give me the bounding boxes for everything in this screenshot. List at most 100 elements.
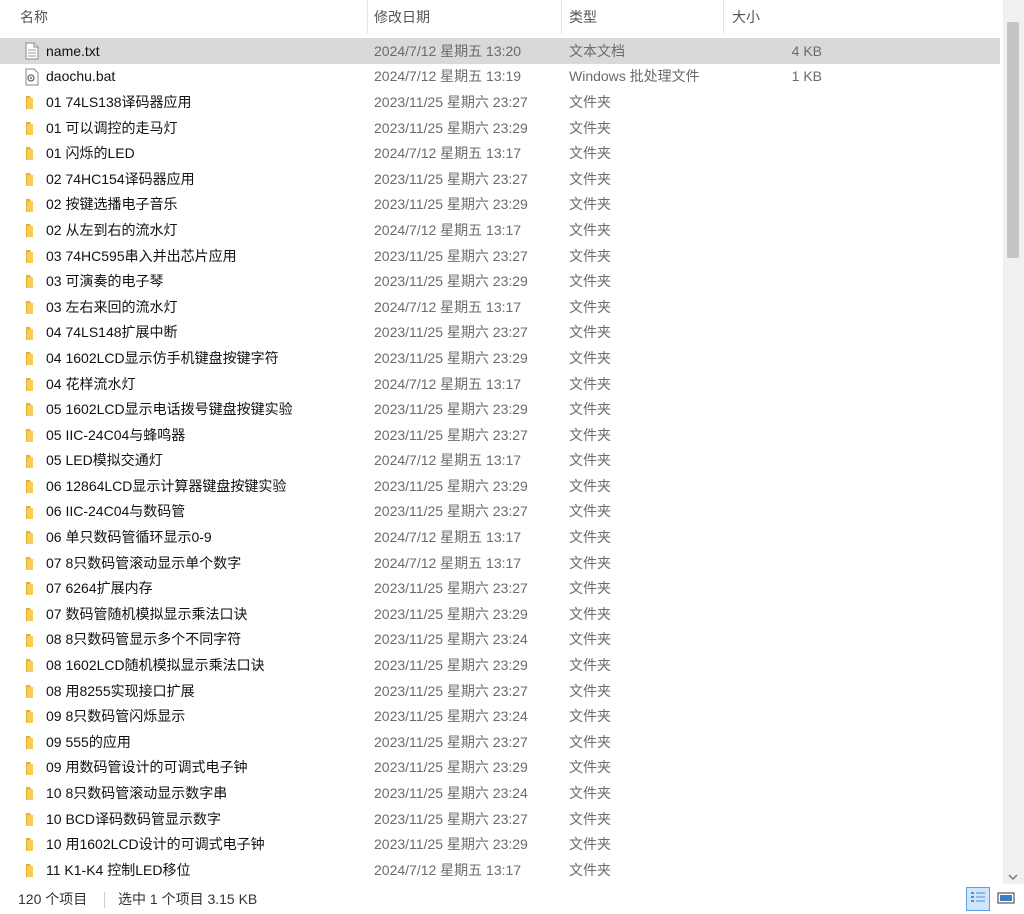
file-type: 文件夹 [569,349,611,366]
file-row[interactable]: 07 6264扩展内存 2023/11/25 星期六 23:27 文件夹 [0,575,1000,601]
file-row[interactable]: 06 IIC-24C04与数码管 2023/11/25 星期六 23:27 文件夹 [0,499,1000,525]
file-modified-date: 2023/11/25 星期六 23:27 [374,682,528,699]
file-row[interactable]: 06 单只数码管循环显示0-9 2024/7/12 星期五 13:17 文件夹 [0,524,1000,550]
column-header-type-label: 类型 [569,9,597,25]
folder-icon [24,605,40,623]
file-row[interactable]: 01 闪烁的LED 2024/7/12 星期五 13:17 文件夹 [0,140,1000,166]
file-name: 10 BCD译码数码管显示数字 [46,810,222,827]
file-row[interactable]: 10 用1602LCD设计的可调式电子钟 2023/11/25 星期六 23:29… [0,831,1000,857]
file-row[interactable]: name.txt 2024/7/12 星期五 13:20 文本文档 4 KB [0,38,1000,64]
status-divider [104,892,105,908]
details-view-button[interactable] [966,887,990,911]
file-row[interactable]: 03 左右来回的流水灯 2024/7/12 星期五 13:17 文件夹 [0,294,1000,320]
file-type: 文件夹 [569,631,611,648]
folder-icon [24,144,40,162]
scroll-down-arrow-icon[interactable] [1006,870,1020,882]
file-type: 文件夹 [569,324,611,341]
file-row[interactable]: 09 555的应用 2023/11/25 星期六 23:27 文件夹 [0,729,1000,755]
file-row[interactable]: 01 可以调控的走马灯 2023/11/25 星期六 23:29 文件夹 [0,115,1000,141]
file-type: 文件夹 [569,785,611,802]
folder-icon [24,221,40,239]
folder-icon [24,324,40,342]
scrollbar-thumb[interactable] [1007,22,1019,258]
file-row[interactable]: 07 数码管随机模拟显示乘法口诀 2023/11/25 星期六 23:29 文件夹 [0,601,1000,627]
file-modified-date: 2023/11/25 星期六 23:24 [374,708,528,725]
column-header-size[interactable]: 大小 [724,0,832,34]
file-name: 06 IIC-24C04与数码管 [46,503,186,520]
file-row[interactable]: 05 IIC-24C04与蜂鸣器 2023/11/25 星期六 23:27 文件夹 [0,422,1000,448]
file-type: 文件夹 [569,196,611,213]
folder-icon [24,682,40,700]
file-modified-date: 2023/11/25 星期六 23:29 [374,119,528,136]
file-row[interactable]: 03 74HC595串入并出芯片应用 2023/11/25 星期六 23:27 文件… [0,243,1000,269]
file-row[interactable]: daochu.bat 2024/7/12 星期五 13:19 Windows 批处理… [0,64,1000,90]
file-row[interactable]: 03 可演奏的电子琴 2023/11/25 星期六 23:29 文件夹 [0,268,1000,294]
file-name: 05 IIC-24C04与蜂鸣器 [46,426,186,443]
folder-icon [24,426,40,444]
folder-icon [24,503,40,521]
folder-icon [24,656,40,674]
file-row[interactable]: 06 12864LCD显示计算器键盘按键实验 2023/11/25 星期六 23:… [0,473,1000,499]
file-type: 文件夹 [569,298,611,315]
file-row[interactable]: 05 1602LCD显示电话拨号键盘按键实验 2023/11/25 星期六 23:… [0,396,1000,422]
file-type: 文件夹 [569,273,611,290]
file-type: 文件夹 [569,682,611,699]
file-row[interactable]: 08 8只数码管显示多个不同字符 2023/11/25 星期六 23:24 文件夹 [0,627,1000,653]
file-modified-date: 2023/11/25 星期六 23:27 [374,170,528,187]
file-modified-date: 2023/11/25 星期六 23:27 [374,93,528,110]
file-modified-date: 2023/11/25 星期六 23:24 [374,631,528,648]
file-modified-date: 2024/7/12 星期五 13:17 [374,861,522,878]
file-type: 文件夹 [569,221,611,238]
file-row[interactable]: 09 用数码管设计的可调式电子钟 2023/11/25 星期六 23:29 文件夹 [0,755,1000,781]
file-name: 03 74HC595串入并出芯片应用 [46,247,237,264]
file-modified-date: 2023/11/25 星期六 23:27 [374,810,528,827]
file-row[interactable]: 10 BCD译码数码管显示数字 2023/11/25 星期六 23:27 文件夹 [0,806,1000,832]
folder-icon [24,375,40,393]
file-name: 07 数码管随机模拟显示乘法口诀 [46,605,248,622]
folder-icon [24,861,40,879]
file-row[interactable]: 08 用8255实现接口扩展 2023/11/25 星期六 23:27 文件夹 [0,678,1000,704]
file-type: 文件夹 [569,401,611,418]
file-type: 文件夹 [569,426,611,443]
folder-icon [24,400,40,418]
file-modified-date: 2023/11/25 星期六 23:27 [374,503,528,520]
file-row[interactable]: 02 按键选播电子音乐 2023/11/25 星期六 23:29 文件夹 [0,192,1000,218]
large-icons-view-icon [997,891,1015,908]
file-type: 文件夹 [569,836,611,853]
file-row[interactable]: 04 1602LCD显示仿手机键盘按键字符 2023/11/25 星期六 23:2… [0,345,1000,371]
file-row[interactable]: 11 K1-K4 控制LED移位 2024/7/12 星期五 13:17 文件夹 [0,857,1000,883]
file-row[interactable]: 05 LED模拟交通灯 2024/7/12 星期五 13:17 文件夹 [0,448,1000,474]
file-type: 文件夹 [569,605,611,622]
file-row[interactable]: 10 8只数码管滚动显示数字串 2023/11/25 星期六 23:24 文件夹 [0,780,1000,806]
file-row[interactable]: 08 1602LCD随机模拟显示乘法口诀 2023/11/25 星期六 23:29… [0,652,1000,678]
file-name: 10 用1602LCD设计的可调式电子钟 [46,836,265,853]
file-type: 文件夹 [569,861,611,878]
file-row[interactable]: 04 74LS148扩展中断 2023/11/25 星期六 23:27 文件夹 [0,320,1000,346]
file-row[interactable]: 01 74LS138译码器应用 2023/11/25 星期六 23:27 文件夹 [0,89,1000,115]
file-name: 05 1602LCD显示电话拨号键盘按键实验 [46,401,293,418]
file-size: 1 KB [791,68,822,85]
file-name: name.txt [46,42,100,59]
file-name: 08 1602LCD随机模拟显示乘法口诀 [46,657,265,674]
column-header-name[interactable]: 名称 [12,0,368,34]
file-modified-date: 2024/7/12 星期五 13:17 [374,529,522,546]
file-modified-date: 2023/11/25 星期六 23:27 [374,733,528,750]
file-row[interactable]: 02 74HC154译码器应用 2023/11/25 星期六 23:27 文件夹 [0,166,1000,192]
file-type: 文件夹 [569,247,611,264]
column-header-date[interactable]: 修改日期 [366,0,562,34]
file-name: 03 可演奏的电子琴 [46,273,164,290]
file-size: 4 KB [791,42,822,59]
column-header-type[interactable]: 类型 [561,0,724,34]
file-modified-date: 2024/7/12 星期五 13:17 [374,298,522,315]
file-row[interactable]: 09 8只数码管闪烁显示 2023/11/25 星期六 23:24 文件夹 [0,703,1000,729]
folder-icon [24,554,40,572]
file-type: 文件夹 [569,170,611,187]
file-name: 04 74LS148扩展中断 [46,324,178,341]
folder-icon [24,477,40,495]
large-icons-view-button[interactable] [994,887,1018,911]
file-row[interactable]: 04 花样流水灯 2024/7/12 星期五 13:17 文件夹 [0,371,1000,397]
status-bar: 120 个项目 选中 1 个项目 3.15 KB [0,884,1024,914]
file-row[interactable]: 02 从左到右的流水灯 2024/7/12 星期五 13:17 文件夹 [0,217,1000,243]
file-row[interactable]: 07 8只数码管滚动显示单个数字 2024/7/12 星期五 13:17 文件夹 [0,550,1000,576]
file-name: 06 单只数码管循环显示0-9 [46,529,212,546]
